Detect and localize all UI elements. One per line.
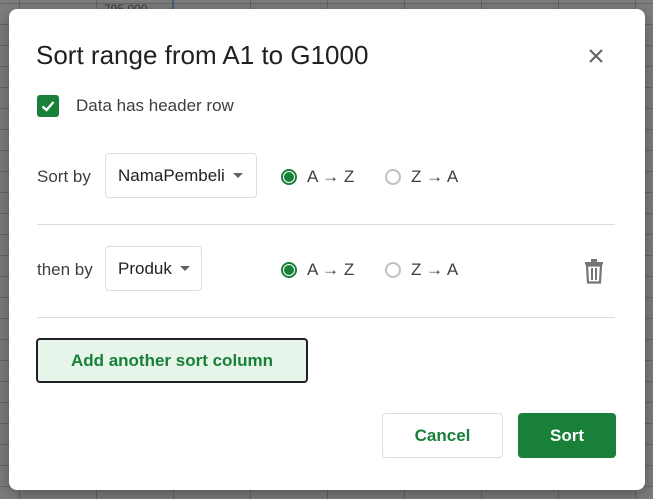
cancel-button[interactable]: Cancel: [382, 413, 503, 458]
sort-by-column-value: NamaPembeli: [118, 165, 225, 185]
dialog-title: Sort range from A1 to G1000: [36, 40, 369, 70]
header-row-label: Data has header row: [76, 96, 234, 115]
divider: [37, 317, 615, 318]
sort-by-desc-label: Z → A: [411, 167, 459, 186]
then-by-desc-label: Z → A: [411, 260, 459, 279]
then-by-desc-option[interactable]: Z → A: [385, 260, 458, 280]
then-by-label: then by: [37, 260, 93, 279]
then-by-column-value: Produk: [118, 258, 172, 278]
sort-by-desc-radio[interactable]: [385, 169, 401, 185]
then-by-column-select[interactable]: Produk: [105, 246, 202, 291]
then-by-asc-label: A → Z: [307, 260, 355, 279]
sort-by-asc-label: A → Z: [307, 167, 355, 186]
trash-icon: [585, 259, 603, 284]
sort-by-desc-option[interactable]: Z → A: [385, 167, 458, 187]
chevron-down-icon: [232, 173, 243, 178]
close-button[interactable]: [583, 43, 609, 69]
then-by-asc-option[interactable]: A → Z: [281, 260, 354, 280]
add-sort-column-button[interactable]: Add another sort column: [36, 338, 308, 383]
then-by-desc-radio[interactable]: [385, 262, 401, 278]
sort-by-asc-radio[interactable]: [281, 169, 297, 185]
divider: [37, 224, 615, 225]
sort-by-label: Sort by: [37, 167, 91, 186]
sort-by-column-select[interactable]: NamaPembeli: [105, 153, 257, 198]
header-row-option[interactable]: Data has header row: [37, 95, 234, 117]
delete-sort-row-button[interactable]: [582, 258, 606, 284]
header-row-checkbox[interactable]: [37, 95, 59, 117]
sort-range-dialog: Sort range from A1 to G1000 Data has hea…: [9, 9, 645, 490]
checkmark-icon: [41, 101, 55, 112]
then-by-asc-radio[interactable]: [281, 262, 297, 278]
sort-by-asc-option[interactable]: A → Z: [281, 167, 354, 187]
close-icon: [589, 49, 603, 63]
chevron-down-icon: [179, 266, 190, 271]
sort-button[interactable]: Sort: [518, 413, 616, 458]
